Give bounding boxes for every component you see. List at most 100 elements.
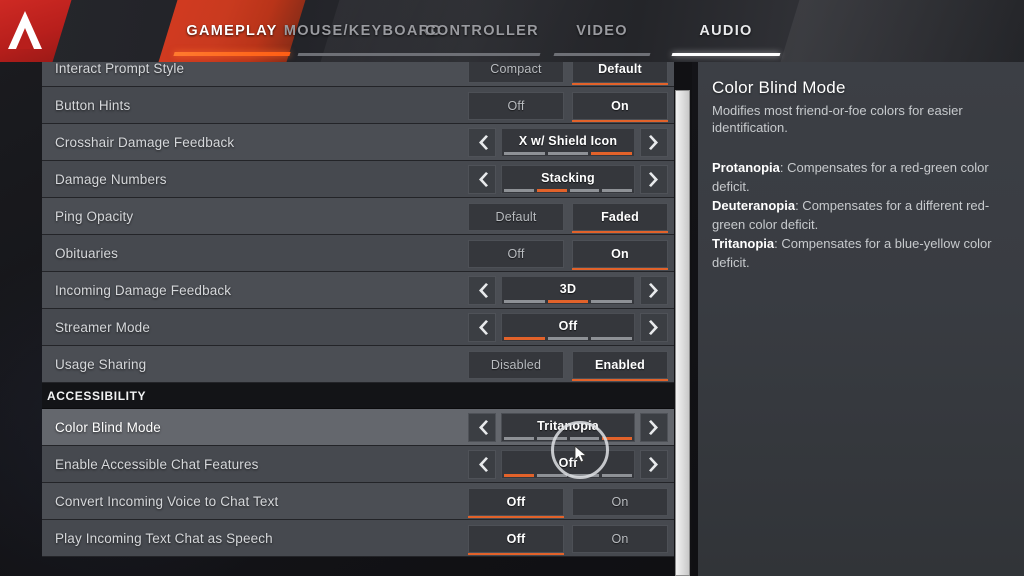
chevron-right-icon[interactable] — [640, 313, 668, 342]
setting-row[interactable]: Ping Opacity Default Faded — [42, 198, 674, 235]
option-button[interactable]: Disabled — [468, 350, 564, 379]
section-header-label: ACCESSIBILITY — [47, 388, 147, 403]
stepper-value-box[interactable]: 3D — [501, 276, 635, 305]
setting-row[interactable]: Play Incoming Text Chat as Speech Off On — [42, 520, 674, 557]
setting-control: Default Faded — [264, 201, 668, 233]
setting-label: Button Hints — [55, 97, 131, 113]
setting-control: Off On — [264, 238, 668, 270]
chevron-left-icon[interactable] — [468, 450, 496, 479]
chevron-left-icon[interactable] — [468, 165, 496, 194]
option-button[interactable]: Faded — [572, 202, 668, 233]
chevron-right-icon[interactable] — [640, 413, 668, 442]
setting-label: Obituaries — [55, 245, 119, 261]
option-label: Off — [507, 246, 525, 261]
option-button[interactable]: Off — [468, 524, 564, 555]
tab-controller[interactable]: CONTROLLER — [418, 0, 546, 62]
stepper-value: X w/ Shield Icon — [518, 133, 618, 148]
option-label: On — [611, 494, 629, 509]
tab-mouse-keyboard[interactable]: MOUSE/KEYBOARD — [284, 0, 441, 62]
toggle-pair: Disabled Enabled — [468, 350, 668, 381]
option-label: Default — [598, 62, 642, 76]
setting-row[interactable]: Interact Prompt Style Compact Default — [42, 62, 674, 87]
value-stepper: X w/ Shield Icon — [468, 128, 668, 157]
setting-control: Tritanopia — [264, 412, 668, 443]
tab-underline — [423, 53, 541, 56]
setting-row[interactable]: Damage Numbers Stacking — [42, 161, 674, 198]
setting-row[interactable]: Obituaries Off On — [42, 235, 674, 272]
stepper-value-box[interactable]: Off — [501, 313, 635, 342]
setting-row[interactable]: Enable Accessible Chat Features Off — [42, 446, 674, 483]
chevron-right-icon[interactable] — [640, 276, 668, 305]
setting-label: Usage Sharing — [55, 356, 147, 372]
setting-control: 3D — [264, 275, 668, 306]
setting-row[interactable]: Usage Sharing Disabled Enabled — [42, 346, 674, 383]
stepper-segment — [536, 474, 567, 477]
option-button[interactable]: Default — [468, 202, 564, 231]
chevron-left-icon[interactable] — [468, 313, 496, 342]
setting-control: Off On — [264, 90, 668, 122]
stepper-value: Off — [558, 455, 578, 470]
setting-row[interactable]: Color Blind Mode Tritanopia — [42, 409, 674, 446]
scrollbar-thumb[interactable] — [675, 90, 690, 576]
setting-row[interactable]: Crosshair Damage Feedback X w/ Shield Ico… — [42, 124, 674, 161]
tab-label: MOUSE/KEYBOARD — [283, 23, 443, 39]
setting-label: Damage Numbers — [55, 171, 167, 187]
option-button[interactable]: Off — [468, 91, 564, 120]
stepper-segment — [602, 189, 632, 192]
setting-control: Off — [264, 312, 668, 343]
chevron-left-icon[interactable] — [468, 276, 496, 305]
info-entry-term: Tritanopia — [712, 236, 775, 251]
option-button[interactable]: On — [572, 524, 668, 553]
option-button[interactable]: On — [572, 239, 668, 270]
setting-control: Off On — [264, 486, 668, 518]
setting-row[interactable]: Incoming Damage Feedback 3D — [42, 272, 674, 309]
setting-label: Incoming Damage Feedback — [55, 282, 232, 298]
setting-row[interactable]: Streamer Mode Off — [42, 309, 674, 346]
stepper-segment — [591, 300, 633, 303]
tab-underline — [297, 53, 429, 56]
setting-control: Compact Default — [264, 62, 668, 85]
stepper-segment — [504, 300, 545, 303]
info-panel-title: Color Blind Mode — [712, 78, 846, 97]
chevron-right-icon[interactable] — [640, 165, 668, 194]
option-button[interactable]: Off — [468, 239, 564, 268]
option-label: On — [611, 98, 629, 113]
info-entry: Tritanopia: Compensates for a blue-yello… — [712, 234, 1008, 272]
toggle-pair: Default Faded — [468, 202, 668, 233]
chevron-left-icon[interactable] — [468, 128, 496, 157]
option-button[interactable]: Enabled — [572, 350, 668, 381]
stepper-segment — [547, 337, 589, 340]
stepper-value-box[interactable]: Tritanopia — [501, 413, 635, 442]
option-button[interactable]: On — [572, 487, 668, 516]
stepper-segment — [547, 300, 589, 303]
setting-control: Off — [264, 449, 668, 480]
info-panel-spacer — [712, 136, 1008, 158]
setting-row[interactable]: Convert Incoming Voice to Chat Text Off On — [42, 483, 674, 520]
option-button[interactable]: On — [572, 91, 668, 122]
chevron-right-icon[interactable] — [640, 128, 668, 157]
option-label: Off — [506, 531, 526, 546]
tab-video[interactable]: VIDEO — [548, 0, 656, 62]
stepper-segment — [547, 152, 589, 155]
stepper-segment — [536, 437, 567, 440]
option-label: Enabled — [594, 357, 646, 372]
chevron-right-icon[interactable] — [640, 450, 668, 479]
stepper-value-box[interactable]: Off — [501, 450, 635, 479]
option-button[interactable]: Default — [572, 62, 668, 85]
stepper-value-box[interactable]: X w/ Shield Icon — [501, 128, 635, 157]
stepper-segment-bar — [504, 189, 632, 192]
chevron-left-icon[interactable] — [468, 413, 496, 442]
value-stepper: 3D — [468, 276, 668, 305]
setting-label: Interact Prompt Style — [55, 62, 185, 76]
option-button[interactable]: Compact — [468, 62, 564, 83]
stepper-value-box[interactable]: Stacking — [501, 165, 635, 194]
section-header-accessibility: ACCESSIBILITY — [42, 383, 674, 409]
option-label: Off — [507, 98, 525, 113]
tab-gameplay[interactable]: GAMEPLAY — [158, 0, 306, 62]
option-button[interactable]: Off — [468, 487, 564, 518]
tab-audio[interactable]: AUDIO — [666, 0, 786, 62]
stepper-segment — [569, 474, 600, 477]
setting-row[interactable]: Button Hints Off On — [42, 87, 674, 124]
toggle-pair: Off On — [468, 524, 668, 555]
settings-list[interactable]: Interact Prompt Style Compact Default Butto… — [42, 62, 674, 576]
